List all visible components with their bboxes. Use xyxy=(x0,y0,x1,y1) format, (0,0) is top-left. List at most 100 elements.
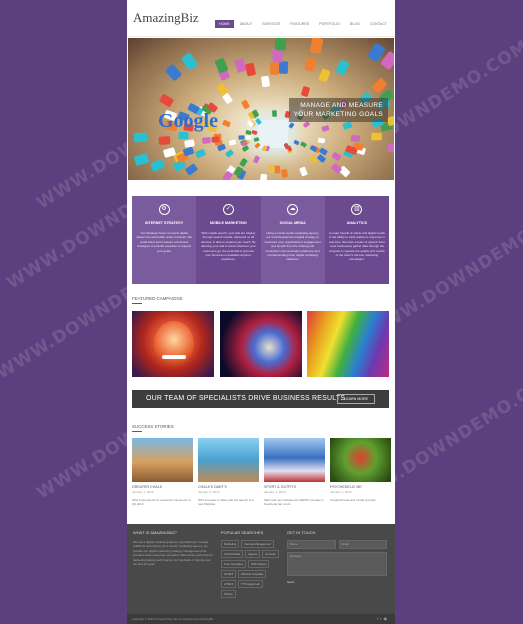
story-card[interactable]: Psychedelic Me January 1, 2015 Created b… xyxy=(330,438,391,502)
nav-about[interactable]: About xyxy=(236,20,256,28)
site-logo[interactable]: AmazingBiz xyxy=(133,10,199,26)
tag-link[interactable]: TTS Apple Lab xyxy=(238,580,263,588)
nav-blog[interactable]: Blog xyxy=(346,20,364,28)
hero-tile xyxy=(300,85,310,97)
nav-features[interactable]: Features xyxy=(286,20,313,28)
rss-icon[interactable]: ◉ xyxy=(384,616,390,621)
hero-tile xyxy=(278,60,289,74)
banner-text: Our Team of Specialists Drive Business R… xyxy=(146,395,346,402)
learn-more-button[interactable]: Learn More xyxy=(337,394,375,404)
tag-link[interactable]: Free Templates xyxy=(221,560,247,568)
hero-google-logo: Google xyxy=(158,110,218,132)
copyright-text: Copyright © 2015, Privacy Policy Terms. … xyxy=(132,617,214,621)
hero-tile xyxy=(221,119,231,128)
hero-tile xyxy=(239,157,249,168)
tag-link[interactable]: Web Design xyxy=(248,560,270,568)
hero-tile xyxy=(158,93,174,108)
hero-tile xyxy=(321,125,330,133)
nav-services[interactable]: Services xyxy=(258,20,284,28)
service-desc: Our Strategic Team connects digital valu… xyxy=(136,231,193,253)
hero-tile xyxy=(269,61,280,75)
tag-link[interactable]: Agency xyxy=(245,550,261,558)
success-stories-title: Success Stories xyxy=(132,424,174,432)
hero-tile xyxy=(309,38,324,55)
hero-tile xyxy=(299,166,309,177)
story-date: January 1, 2015 xyxy=(198,490,220,494)
email-input[interactable]: Email xyxy=(338,540,387,549)
story-image xyxy=(264,438,325,482)
story-date: January 1, 2015 xyxy=(132,490,154,494)
campaign-image-2[interactable] xyxy=(220,311,302,377)
story-image xyxy=(132,438,193,482)
story-card[interactable]: Greater Chalk January 1, 2015 30% improv… xyxy=(132,438,193,506)
tag-link[interactable]: Internet Management xyxy=(241,540,274,548)
hero-tile xyxy=(180,51,198,71)
story-name: Sport & Outfits xyxy=(264,485,297,489)
tag-link[interactable]: Marketing xyxy=(221,540,240,548)
check-icon: ✓ xyxy=(222,204,234,215)
nav-home[interactable]: Home xyxy=(215,20,234,28)
campaign-image-1[interactable] xyxy=(132,311,214,377)
hero-tile xyxy=(317,68,331,83)
hero-tile xyxy=(221,170,233,180)
story-date: January 1, 2015 xyxy=(330,490,352,494)
tag-link[interactable]: E-books xyxy=(262,550,279,558)
service-title: Analytics xyxy=(346,221,367,225)
hero-tile xyxy=(225,149,235,159)
hero-tile xyxy=(238,135,245,140)
footer-touch-title: Get in Touch xyxy=(287,530,316,535)
hero-tile xyxy=(293,139,300,146)
tag-link[interactable]: HTML5 xyxy=(221,580,237,588)
service-title: Internet Strategy xyxy=(144,221,184,225)
nav-contact[interactable]: Contact xyxy=(366,20,391,28)
tag-link[interactable]: Social Media xyxy=(221,550,244,558)
service-internet-strategy[interactable]: ⚙ Internet Strategy Our Strategic Team c… xyxy=(132,196,197,284)
hero-tile xyxy=(260,75,270,88)
hero-tile xyxy=(281,169,289,179)
hero-tile xyxy=(184,162,199,176)
hero-tile xyxy=(341,121,353,130)
service-analytics[interactable]: ▥ Analytics A major benefit of online an… xyxy=(324,196,389,284)
hero-tile xyxy=(245,130,253,136)
hero-tile xyxy=(334,59,350,76)
service-title: Social Media xyxy=(279,221,306,225)
footer-contact-form: Get in Touch Name Email Message Send xyxy=(287,530,387,584)
send-button[interactable]: Send xyxy=(287,580,387,584)
message-input[interactable]: Message xyxy=(287,552,387,576)
hero-tile xyxy=(211,136,220,143)
footer-about: What is AmazingBiz? We are a digital mar… xyxy=(133,530,213,566)
hero-tile xyxy=(350,134,361,142)
service-mobile-marketing[interactable]: ✓ Mobile Marketing With mobile search, y… xyxy=(196,196,261,284)
nav-portfolio[interactable]: Portfolio xyxy=(315,20,344,28)
hero-tile xyxy=(194,148,206,158)
hero-slider[interactable]: Google Manage and Measure Your Marketing… xyxy=(128,38,394,180)
story-card[interactable]: Chalk's Dart's January 1, 2015 50% incre… xyxy=(198,438,259,506)
site-header: AmazingBiz Home About Services Features … xyxy=(127,0,395,37)
story-desc: SEO and new website led 3000% increase i… xyxy=(264,498,324,507)
hero-tile xyxy=(302,121,311,129)
campaign-image-3[interactable] xyxy=(307,311,389,377)
service-social-media[interactable]: ☁ Social Media Using a social media mark… xyxy=(260,196,325,284)
tag-link[interactable]: HTML5 xyxy=(221,570,237,578)
hero-tile xyxy=(244,62,257,77)
main-nav: Home About Services Features Portfolio B… xyxy=(215,20,391,28)
hero-tile xyxy=(164,63,182,82)
website-preview: AmazingBiz Home About Services Features … xyxy=(127,0,395,624)
hero-tile xyxy=(183,138,195,148)
tag-link[interactable]: Website Template xyxy=(238,570,267,578)
story-desc: Created brand and media program xyxy=(330,498,377,502)
social-icons: ft◉ xyxy=(377,616,389,621)
name-input[interactable]: Name xyxy=(287,540,336,549)
story-card[interactable]: Sport & Outfits January 1, 2015 SEO and … xyxy=(264,438,325,506)
hero-tile xyxy=(272,110,278,118)
hero-tile xyxy=(275,38,287,51)
hero-tile xyxy=(201,137,211,145)
service-title: Mobile Marketing xyxy=(210,221,247,225)
hero-tile xyxy=(274,165,281,174)
cloud-icon: ☁ xyxy=(287,204,299,215)
hero-headline-line2: Your Marketing Goals xyxy=(293,111,383,118)
hero-tile xyxy=(252,155,261,164)
tag-link[interactable]: Photos xyxy=(221,590,236,598)
hero-tile xyxy=(158,135,171,145)
hero-tile xyxy=(251,129,258,135)
